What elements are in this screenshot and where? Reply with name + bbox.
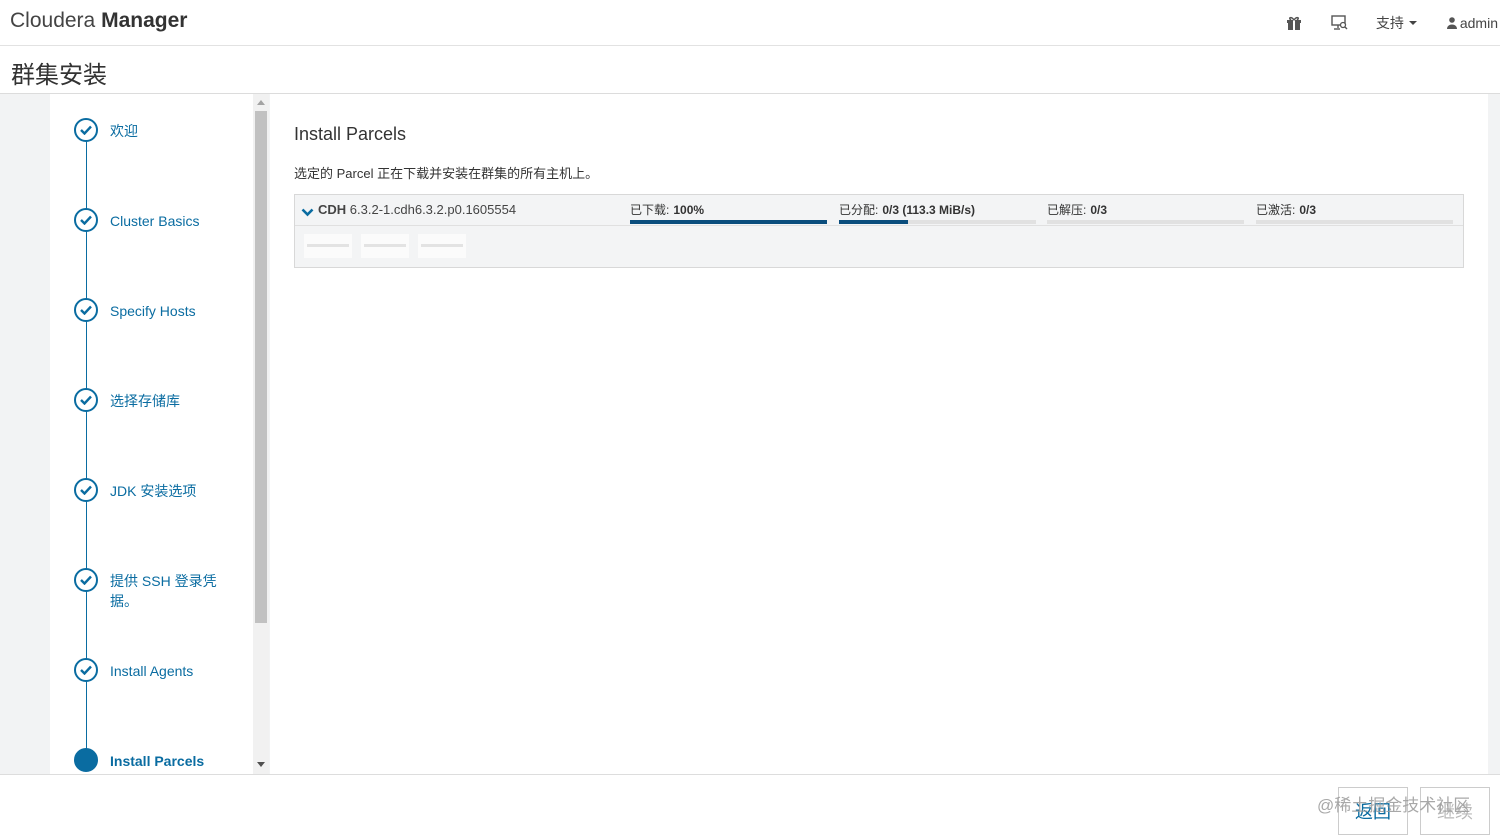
wizard-steps: 欢迎 Cluster Basics Specify Hosts 选择存储库 JD bbox=[50, 94, 253, 774]
stat-downloaded: 已下载: 100% bbox=[630, 201, 827, 224]
progress-fill bbox=[630, 220, 827, 224]
scroll-down-icon[interactable] bbox=[257, 762, 265, 767]
wizard-step-cluster-basics[interactable]: Cluster Basics bbox=[50, 208, 253, 248]
chevron-down-icon[interactable] bbox=[301, 204, 314, 222]
stat-value: 0/3 bbox=[1299, 203, 1317, 217]
check-icon bbox=[74, 478, 98, 502]
check-icon bbox=[74, 118, 98, 142]
step-label: JDK 安装选项 bbox=[110, 483, 197, 499]
stat-label: 已下载: bbox=[630, 203, 670, 217]
progress-bar bbox=[630, 220, 827, 224]
chevron-down-icon bbox=[1408, 21, 1417, 25]
scroll-up-icon[interactable] bbox=[257, 100, 265, 105]
check-icon bbox=[74, 208, 98, 232]
scroll-thumb[interactable] bbox=[255, 111, 267, 623]
user-icon bbox=[1446, 17, 1457, 29]
page-title: 群集安装 bbox=[11, 62, 107, 89]
footer: 返回 继续 @稀土掘金技术社区 bbox=[0, 774, 1500, 835]
stat-activated: 已激活: 0/3 bbox=[1256, 201, 1453, 224]
loading-placeholder bbox=[418, 234, 466, 258]
parcel-header[interactable]: CDH 6.3.2-1.cdh6.3.2.p0.1605554 已下载: 100%… bbox=[295, 195, 1463, 226]
loading-placeholders bbox=[304, 234, 475, 258]
active-step-dot-icon bbox=[74, 748, 98, 772]
check-icon bbox=[74, 568, 98, 592]
check-icon bbox=[74, 388, 98, 412]
progress-bar bbox=[1256, 220, 1453, 224]
wizard-step-welcome[interactable]: 欢迎 bbox=[50, 118, 253, 158]
stat-value: 0/3 bbox=[1090, 203, 1108, 217]
step-label: 提供 SSH 登录凭据。 bbox=[110, 573, 217, 609]
content-title: Install Parcels bbox=[294, 124, 407, 144]
gift-icon[interactable] bbox=[1284, 13, 1304, 33]
wizard-step-select-repository[interactable]: 选择存储库 bbox=[50, 388, 253, 428]
brand-bold-text: Manager bbox=[101, 9, 188, 32]
stat-unpacked: 已解压: 0/3 bbox=[1047, 201, 1244, 224]
support-menu[interactable]: 支持 bbox=[1376, 13, 1417, 33]
watermark: @稀土掘金技术社区 bbox=[1317, 796, 1471, 815]
content-description: 选定的 Parcel 正在下载并安装在群集的所有主机上。 bbox=[294, 166, 599, 181]
navbar-right: 支持 admin bbox=[1284, 0, 1500, 46]
loading-placeholder bbox=[304, 234, 352, 258]
progress-bar bbox=[839, 220, 1036, 224]
main-content: Install Parcels 选定的 Parcel 正在下载并安装在群集的所有… bbox=[270, 94, 1488, 774]
step-label: 欢迎 bbox=[110, 123, 138, 139]
step-label: Install Agents bbox=[110, 663, 194, 679]
stat-distributed: 已分配: 0/3 (113.3 MiB/s) bbox=[839, 201, 1036, 224]
check-icon bbox=[74, 658, 98, 682]
parcel-name: CDH 6.3.2-1.cdh6.3.2.p0.1605554 bbox=[318, 202, 516, 217]
top-navbar: Cloudera Manager 支持 admin bbox=[0, 0, 1500, 46]
wizard-step-install-agents[interactable]: Install Agents bbox=[50, 658, 253, 698]
stat-value: 100% bbox=[673, 203, 705, 217]
stat-label: 已分配: bbox=[839, 203, 879, 217]
support-label: 支持 bbox=[1375, 15, 1404, 31]
parcel-panel: CDH 6.3.2-1.cdh6.3.2.p0.1605554 已下载: 100%… bbox=[294, 194, 1464, 268]
step-label: Specify Hosts bbox=[110, 303, 196, 319]
stat-value: 0/3 (113.3 MiB/s) bbox=[882, 203, 976, 217]
monitor-search-icon[interactable] bbox=[1330, 13, 1350, 33]
progress-bar bbox=[1047, 220, 1244, 224]
body-area: 欢迎 Cluster Basics Specify Hosts 选择存储库 JD bbox=[0, 94, 1500, 774]
wizard-step-specify-hosts[interactable]: Specify Hosts bbox=[50, 298, 253, 338]
stat-label: 已激活: bbox=[1256, 203, 1296, 217]
brand-logo[interactable]: Cloudera Manager bbox=[10, 9, 187, 33]
loading-placeholder bbox=[361, 234, 409, 258]
step-label: Cluster Basics bbox=[110, 213, 200, 229]
user-label: admin bbox=[1459, 15, 1498, 31]
progress-fill bbox=[839, 220, 908, 224]
steps-scrollbar[interactable] bbox=[253, 94, 269, 774]
wizard-step-jdk-options[interactable]: JDK 安装选项 bbox=[50, 478, 253, 518]
parcel-version: 6.3.2-1.cdh6.3.2.p0.1605554 bbox=[349, 202, 517, 217]
step-label: Install Parcels bbox=[110, 753, 205, 769]
step-label: 选择存储库 bbox=[110, 393, 180, 409]
user-menu[interactable]: admin bbox=[1446, 15, 1498, 31]
parcel-product: CDH bbox=[318, 202, 347, 217]
title-bar: 群集安装 bbox=[0, 46, 1500, 94]
stat-label: 已解压: bbox=[1047, 203, 1087, 217]
wizard-step-ssh-credentials[interactable]: 提供 SSH 登录凭据。 bbox=[50, 568, 253, 609]
brand-light-text: Cloudera bbox=[10, 9, 96, 32]
wizard-step-install-parcels[interactable]: Install Parcels bbox=[50, 748, 253, 774]
check-icon bbox=[74, 298, 98, 322]
